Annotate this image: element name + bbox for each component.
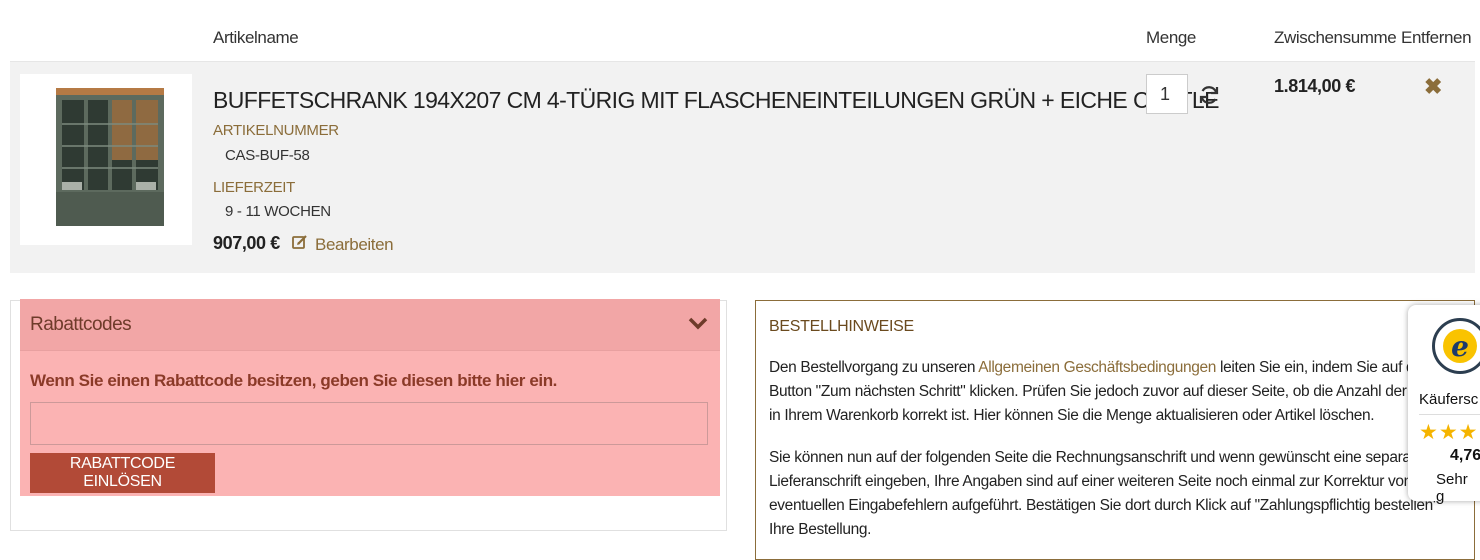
remove-icon[interactable]: ✖ [1424, 74, 1442, 100]
rating-stars: ★★★ [1419, 421, 1479, 444]
quantity-input[interactable] [1146, 74, 1188, 114]
delivery-value: 9 - 11 WOCHEN [225, 203, 331, 220]
chevron-down-icon[interactable] [688, 313, 708, 336]
edit-icon [291, 233, 309, 256]
column-remove: Entfernen [1401, 28, 1472, 47]
product-image[interactable] [20, 74, 192, 245]
edit-link[interactable]: Bearbeiten [291, 233, 394, 256]
coupon-title[interactable]: Rabattcodes [30, 314, 132, 336]
coupon-input[interactable] [30, 402, 708, 445]
edit-label: Bearbeiten [315, 234, 394, 254]
notes-text-1a: Den Bestellvorgang zu unseren [769, 359, 979, 376]
trust-seal-icon: e [1432, 318, 1480, 374]
badge-label: Käufersc [1419, 391, 1479, 408]
column-subtotal: Zwischensumme [1274, 28, 1397, 47]
column-quantity: Menge [1146, 28, 1196, 47]
trust-seal-letter: e [1443, 329, 1477, 363]
terms-link[interactable]: Allgemeinen Geschäftsbedingungen [978, 359, 1216, 376]
delivery-label: LIEFERZEIT [213, 179, 296, 196]
order-notes-title: BESTELLHINWEISE [769, 318, 914, 335]
coupon-instructions: Wenn Sie einen Rabattcode besitzen, gebe… [30, 371, 558, 390]
column-name: Artikelname [213, 28, 299, 47]
redeem-coupon-button[interactable]: RABATTCODE EINLÖSEN [30, 453, 215, 493]
unit-price: 907,00 € [213, 233, 280, 253]
cart-item-row: BUFFETSCHRANK 194X207 CM 4-TÜRIG MIT FLA… [10, 62, 1475, 273]
cart-table-header: Artikelname Menge Zwischensumme Entferne… [10, 0, 1475, 63]
rating-text: Sehr g [1436, 471, 1468, 505]
badge-divider [1419, 414, 1480, 415]
product-title[interactable]: BUFFETSCHRANK 194X207 CM 4-TÜRIG MIT FLA… [213, 87, 1219, 114]
sku-label: ARTIKELNUMMER [213, 122, 339, 139]
refresh-icon[interactable] [1198, 84, 1220, 109]
subtotal-value: 1.814,00 € [1274, 76, 1356, 96]
sku-value: CAS-BUF-58 [225, 147, 310, 164]
order-notes-paragraph-1: Den Bestellvorgang zu unseren Allgemeine… [769, 356, 1459, 428]
order-notes-paragraph-2: Sie können nun auf der folgenden Seite d… [769, 449, 1439, 538]
rating-value: 4,76 [1450, 447, 1480, 464]
